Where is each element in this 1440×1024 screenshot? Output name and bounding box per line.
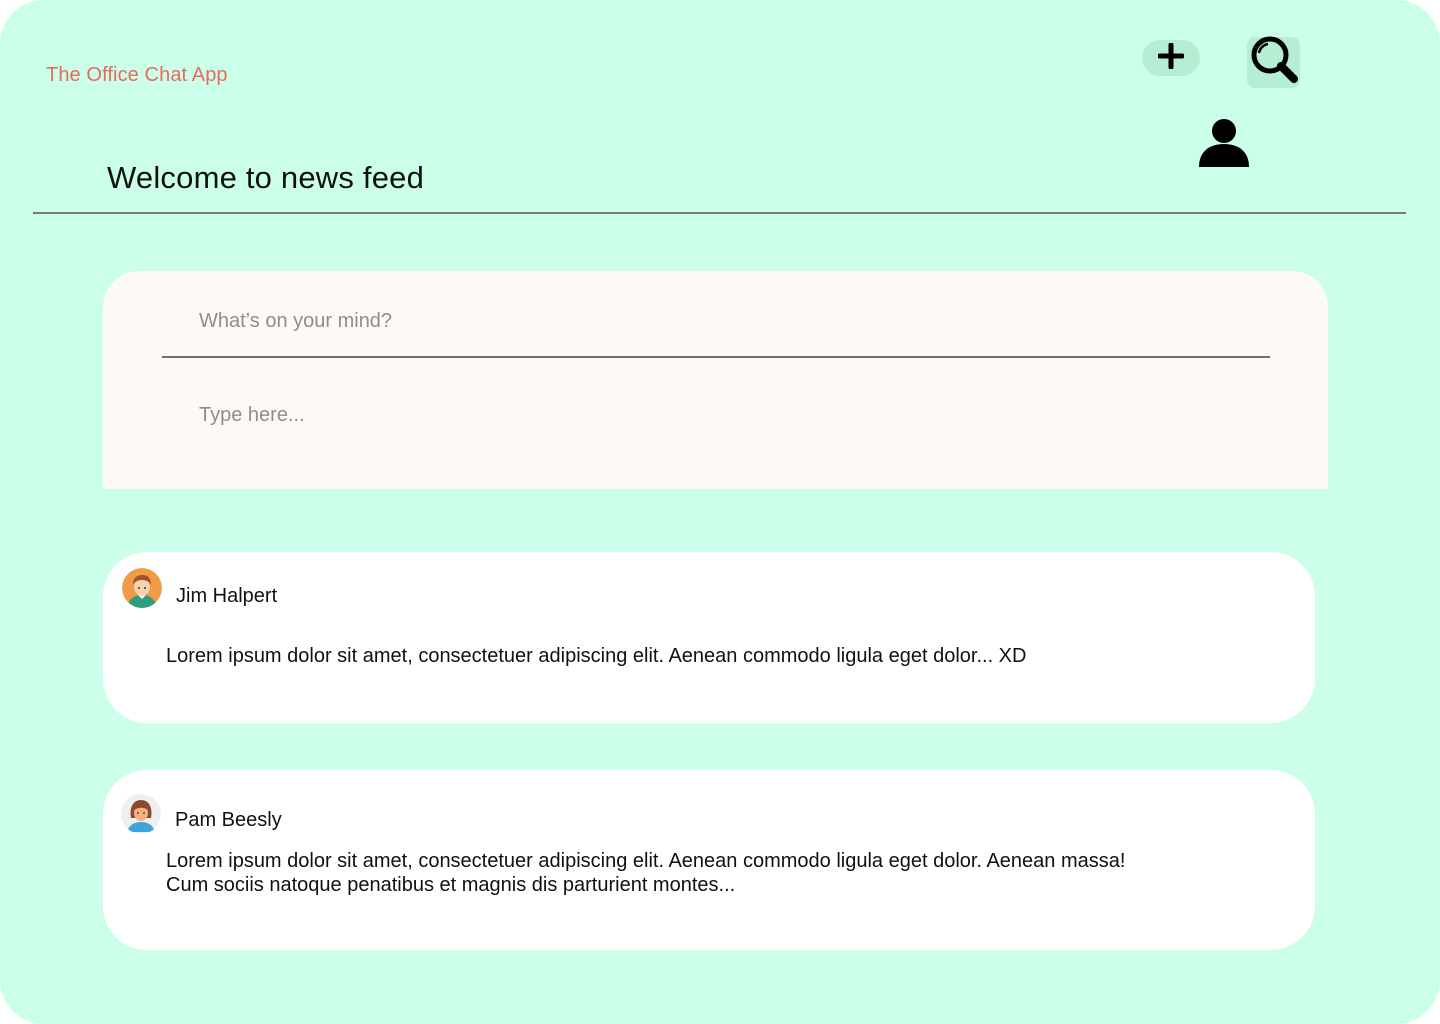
post-composer xyxy=(103,271,1328,489)
female-avatar-icon xyxy=(121,794,161,834)
app-window: The Office Chat App Welcome to news feed xyxy=(0,0,1440,1024)
page-title: Welcome to news feed xyxy=(107,160,425,195)
app-title: The Office Chat App xyxy=(46,64,228,86)
search-button[interactable] xyxy=(1247,34,1300,91)
profile-button[interactable] xyxy=(1198,118,1250,170)
post-card[interactable]: Pam Beesly Lorem ipsum dolor sit amet, c… xyxy=(103,770,1315,950)
header-divider xyxy=(33,212,1406,214)
user-icon xyxy=(1198,116,1250,173)
post-author[interactable]: Jim Halpert xyxy=(176,585,277,608)
composer-divider xyxy=(162,356,1270,358)
plus-icon xyxy=(1156,41,1186,76)
search-icon xyxy=(1248,34,1300,91)
post-title-input[interactable] xyxy=(199,307,1199,335)
post-body-input[interactable] xyxy=(199,401,1199,429)
post-text: Lorem ipsum dolor sit amet, consectetuer… xyxy=(166,645,1027,667)
new-post-button[interactable] xyxy=(1142,40,1200,76)
post-card[interactable]: Jim Halpert Lorem ipsum dolor sit amet, … xyxy=(103,552,1315,723)
post-text: Lorem ipsum dolor sit amet, consectetuer… xyxy=(166,850,1126,896)
post-author[interactable]: Pam Beesly xyxy=(175,809,282,832)
male-avatar-icon xyxy=(122,568,162,608)
